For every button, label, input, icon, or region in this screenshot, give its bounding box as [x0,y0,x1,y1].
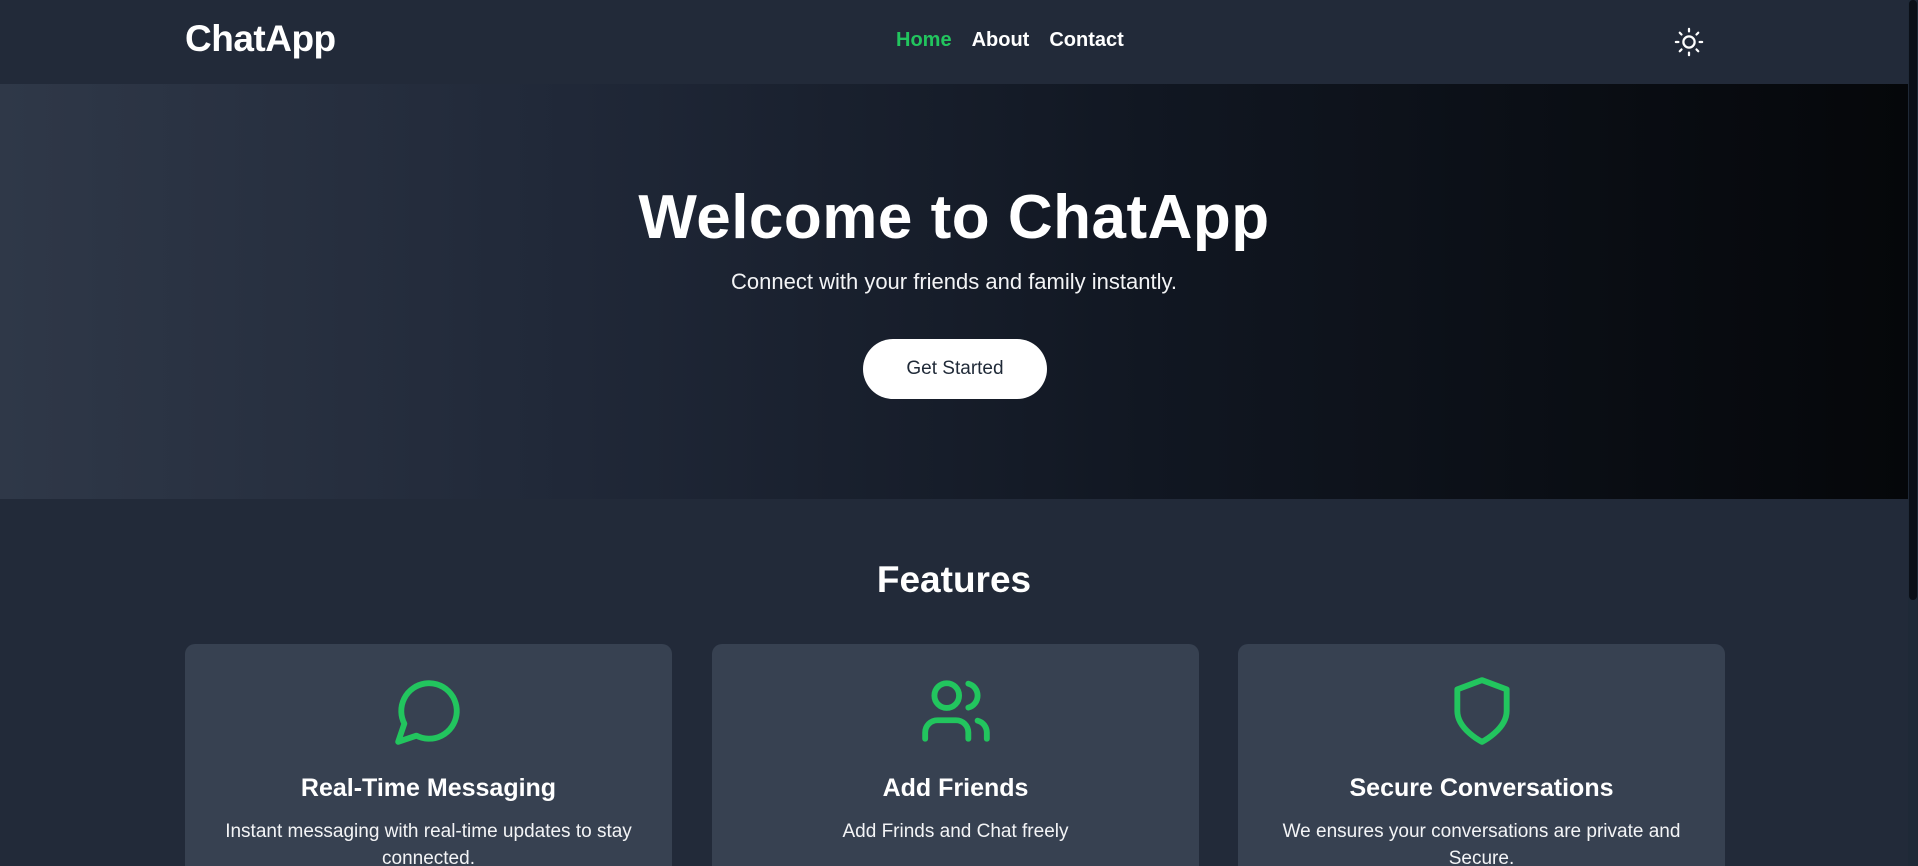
nav-links: Home About Contact [896,29,1124,52]
nav-link-contact[interactable]: Contact [1049,29,1123,52]
feature-card-messaging: Real-Time Messaging Instant messaging wi… [185,644,672,866]
nav-link-home[interactable]: Home [896,29,952,52]
feature-title: Secure Conversations [1349,774,1614,802]
hero-title: Welcome to ChatApp [638,183,1270,252]
shield-icon [1238,674,1725,748]
navbar: ChatApp Home About Contact [0,0,1908,84]
feature-title: Add Friends [882,774,1029,802]
feature-card-secure: Secure Conversations We ensures your con… [1238,644,1725,866]
feature-card-friends: Add Friends Add Frinds and Chat freely [712,644,1199,866]
brand-logo[interactable]: ChatApp [185,18,336,60]
feature-description: We ensures your conversations are privat… [1282,821,1681,866]
hero-subtitle: Connect with your friends and family ins… [731,269,1177,294]
theme-toggle-button[interactable] [1672,25,1706,59]
feature-title: Real-Time Messaging [300,774,557,802]
page: ChatApp Home About Contact Welcome to Ch… [0,0,1918,866]
scrollbar-thumb[interactable] [1909,0,1917,600]
scrollbar[interactable] [1908,0,1918,866]
features-section: Features Real-Time Messaging Instant mes… [0,499,1908,866]
sun-icon [1674,27,1704,57]
features-title: Features [876,559,1032,600]
feature-description: Instant messaging with real-time updates… [225,821,632,866]
hero-section: Welcome to ChatApp Connect with your fri… [0,84,1908,499]
get-started-button[interactable]: Get Started [863,339,1047,399]
feature-description: Add Frinds and Chat freely [842,821,1069,842]
nav-link-about[interactable]: About [972,29,1030,52]
users-icon [712,674,1199,748]
message-circle-icon [185,674,672,748]
